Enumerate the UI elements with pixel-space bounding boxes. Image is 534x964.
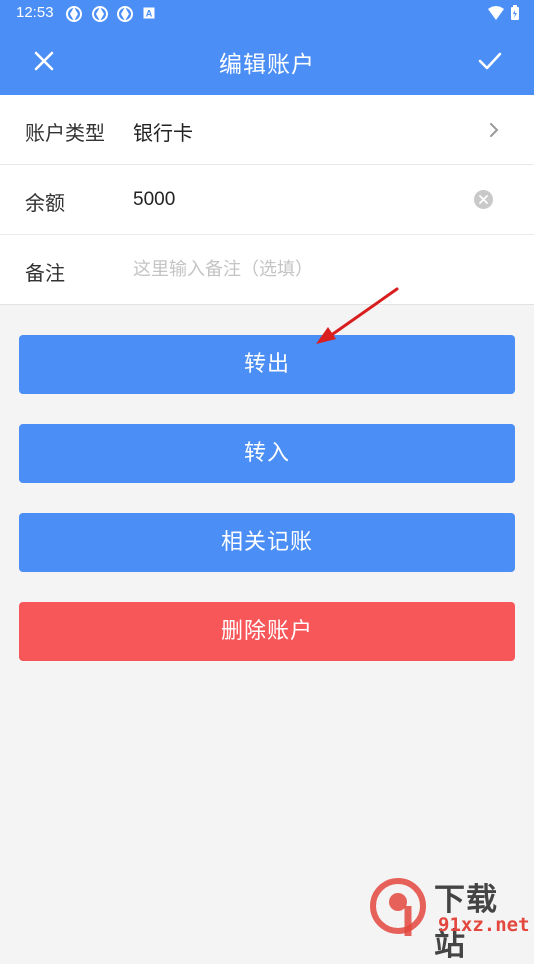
balance-input[interactable]: 5000	[133, 189, 175, 211]
app-notification-icon	[66, 6, 82, 22]
watermark-logo-icon	[370, 878, 426, 936]
account-type-label: 账户类型	[25, 121, 105, 145]
transfer-out-button[interactable]: 转出	[19, 335, 515, 394]
transfer-in-button[interactable]: 转入	[19, 424, 515, 483]
page-title: 编辑账户	[219, 52, 315, 78]
chevron-right-icon	[490, 123, 499, 137]
account-type-row[interactable]: 账户类型 银行卡	[0, 95, 534, 165]
status-bar: 12:53 A	[0, 0, 534, 27]
watermark: 下载站 91xz.net	[368, 874, 530, 963]
wifi-icon	[487, 6, 504, 20]
status-right	[487, 5, 520, 25]
related-records-button[interactable]: 相关记账	[19, 513, 515, 572]
account-type-value: 银行卡	[133, 121, 193, 145]
delete-account-button[interactable]: 删除账户	[19, 602, 515, 661]
balance-row: 余额 5000	[0, 165, 534, 235]
account-form: 账户类型 银行卡 余额 5000 备注	[0, 95, 534, 305]
balance-label: 余额	[25, 191, 65, 215]
status-time: 12:53	[16, 4, 54, 21]
note-label: 备注	[25, 261, 65, 285]
a-box-icon: A	[143, 7, 155, 19]
app-notification-icon	[92, 6, 108, 22]
annotation-arrow-icon	[316, 287, 399, 344]
note-row: 备注	[0, 235, 534, 305]
app-notification-icon	[117, 6, 133, 22]
app-bar: 编辑账户	[0, 27, 534, 95]
check-icon[interactable]	[473, 44, 507, 78]
battery-icon	[511, 5, 519, 20]
watermark-url: 91xz.net	[438, 914, 530, 936]
svg-text:A: A	[146, 9, 153, 19]
clear-icon[interactable]	[473, 189, 494, 210]
